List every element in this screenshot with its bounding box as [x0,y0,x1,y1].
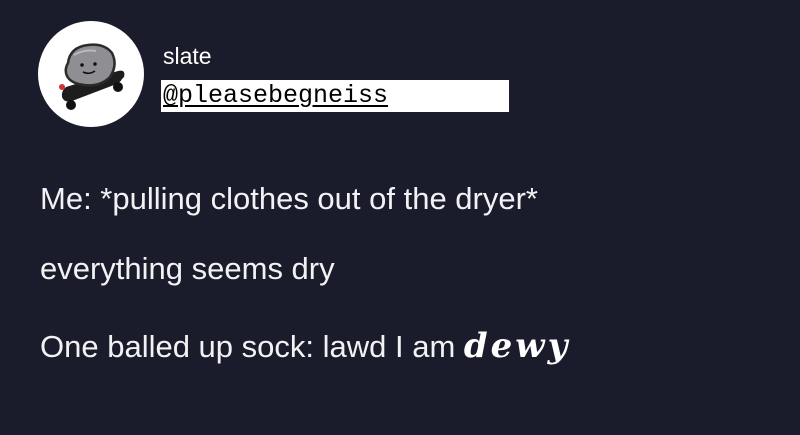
tweet-text-line-3: One balled up sock: lawd I am dewy [40,327,570,366]
rock-avatar-icon [59,43,125,110]
user-handle[interactable]: @pleasebegneiss [161,80,509,112]
tweet-text-line-3-prefix: One balled up sock: lawd I am [40,329,464,364]
tweet: slate @pleasebegneiss Me: *pulling cloth… [0,0,800,435]
tweet-text-emphasis: dewy [463,326,571,366]
display-name[interactable]: slate [163,42,212,70]
tweet-text-line-2: everything seems dry [40,251,335,286]
avatar[interactable] [38,21,144,127]
tweet-text-line-1: Me: *pulling clothes out of the dryer* [40,181,538,216]
